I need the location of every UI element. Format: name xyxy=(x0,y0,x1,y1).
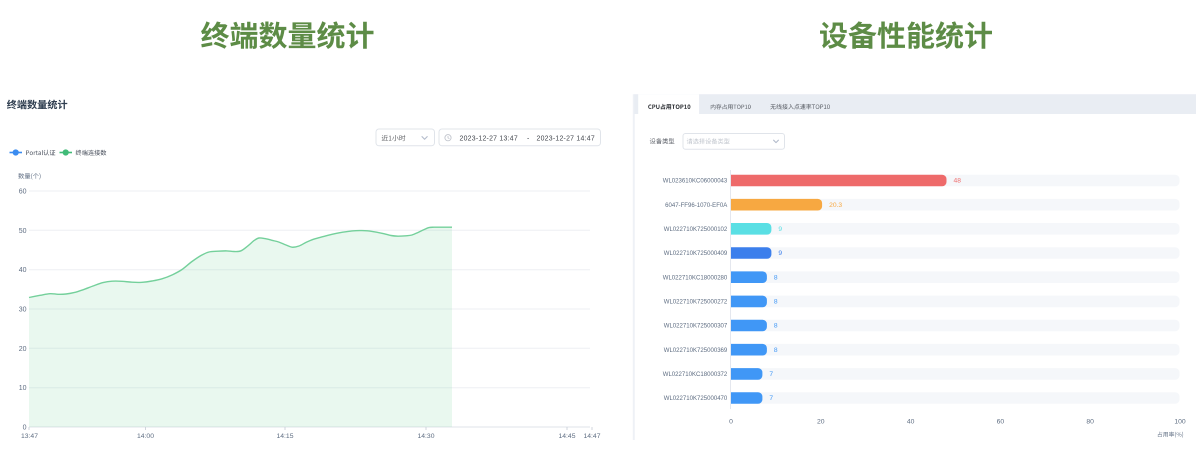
svg-text:13:47: 13:47 xyxy=(21,433,38,440)
svg-text:9: 9 xyxy=(778,250,782,257)
svg-text:60: 60 xyxy=(997,419,1005,426)
svg-text:WL023610KC06000043: WL023610KC06000043 xyxy=(663,179,728,185)
svg-text:0: 0 xyxy=(23,425,27,432)
svg-text:8: 8 xyxy=(774,323,778,330)
svg-text:WL022710K725000470: WL022710K725000470 xyxy=(664,396,728,402)
svg-text:48: 48 xyxy=(954,178,962,185)
svg-text:WL022710K725000272: WL022710K725000272 xyxy=(664,300,728,306)
svg-text:14:45: 14:45 xyxy=(558,433,575,440)
svg-text:14:00: 14:00 xyxy=(137,433,154,440)
svg-text:20: 20 xyxy=(19,346,27,353)
svg-text:WL022710K725000102: WL022710K725000102 xyxy=(664,227,728,233)
svg-text:14:47: 14:47 xyxy=(583,433,600,440)
svg-text:60: 60 xyxy=(19,189,27,196)
svg-text:WL022710K725000369: WL022710K725000369 xyxy=(664,348,728,354)
svg-text:30: 30 xyxy=(19,307,27,314)
svg-text:WL022710K725000409: WL022710K725000409 xyxy=(664,251,728,257)
svg-text:40: 40 xyxy=(19,267,27,274)
svg-text:10: 10 xyxy=(19,385,27,392)
svg-text:7: 7 xyxy=(769,395,773,402)
svg-text:8: 8 xyxy=(774,299,778,306)
svg-text:0: 0 xyxy=(729,419,733,426)
svg-text:9: 9 xyxy=(778,226,782,233)
svg-text:20: 20 xyxy=(817,419,825,426)
svg-text:6047-FF96-1070-EF0A: 6047-FF96-1070-EF0A xyxy=(665,203,728,209)
svg-text:2023-12-27 14:47: 2023-12-27 14:47 xyxy=(537,135,595,142)
svg-text:14:30: 14:30 xyxy=(417,433,434,440)
svg-text:-: - xyxy=(527,135,529,142)
svg-text:20.3: 20.3 xyxy=(829,202,842,209)
svg-text:8: 8 xyxy=(774,347,778,354)
svg-text:80: 80 xyxy=(1086,419,1094,426)
svg-text:2023-12-27 13:47: 2023-12-27 13:47 xyxy=(460,135,518,142)
svg-text:7: 7 xyxy=(769,371,773,378)
svg-text:40: 40 xyxy=(907,419,915,426)
svg-text:8: 8 xyxy=(774,274,778,281)
svg-text:14:15: 14:15 xyxy=(276,433,293,440)
svg-text:WL022710K725000307: WL022710K725000307 xyxy=(664,324,728,330)
svg-text:100: 100 xyxy=(1174,419,1186,426)
svg-text:WL022710KC18000280: WL022710KC18000280 xyxy=(663,275,728,281)
svg-text:WL022710KC18000372: WL022710KC18000372 xyxy=(663,372,728,378)
svg-text:50: 50 xyxy=(19,228,27,235)
